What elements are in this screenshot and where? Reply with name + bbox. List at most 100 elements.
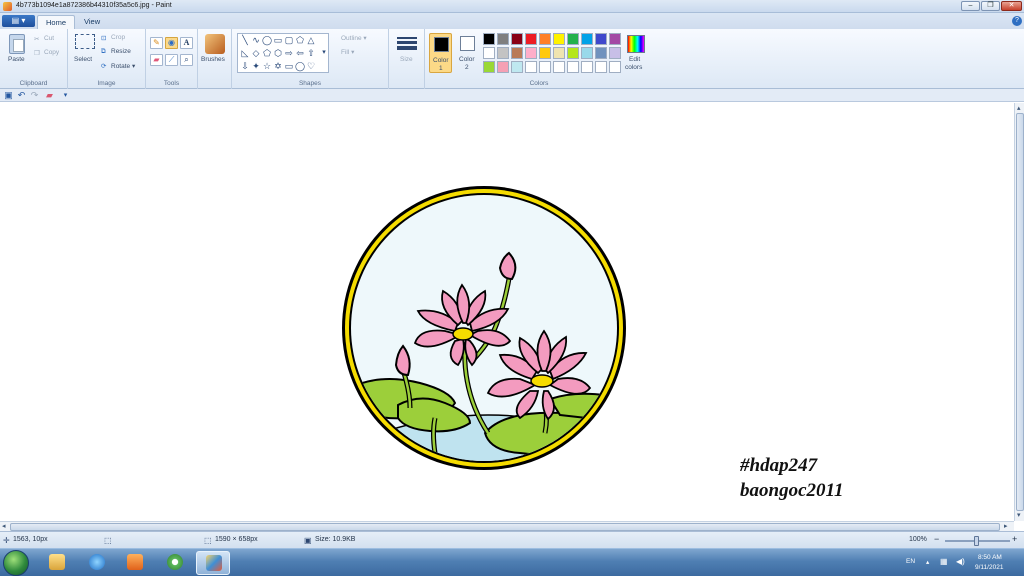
outline-button[interactable]: Outline ▾ bbox=[341, 34, 367, 42]
rounded-rect-shape-icon[interactable]: ▢ bbox=[284, 35, 294, 45]
select-button[interactable]: Select bbox=[74, 56, 92, 63]
four-point-star-shape-icon[interactable]: ✦ bbox=[251, 61, 261, 71]
triangle-shape-icon[interactable]: △ bbox=[306, 35, 316, 45]
palette-color-swatch[interactable] bbox=[609, 61, 621, 73]
polygon-shape-icon[interactable]: ⬠ bbox=[295, 35, 305, 45]
palette-color-swatch[interactable] bbox=[567, 47, 579, 59]
taskbar-coccoc[interactable] bbox=[158, 551, 192, 575]
palette-color-swatch[interactable] bbox=[497, 61, 509, 73]
start-button[interactable] bbox=[3, 550, 29, 576]
resize-button[interactable]: Resize bbox=[111, 48, 131, 55]
palette-color-swatch[interactable] bbox=[539, 47, 551, 59]
drawing-canvas[interactable]: #hdap247 baongoc2011 bbox=[0, 103, 1014, 521]
right-arrow-shape-icon[interactable]: ⇨ bbox=[284, 48, 294, 58]
palette-color-swatch[interactable] bbox=[581, 33, 593, 45]
six-point-star-shape-icon[interactable]: ✡ bbox=[273, 61, 283, 71]
palette-color-swatch[interactable] bbox=[525, 47, 537, 59]
redo-icon[interactable]: ↷ bbox=[30, 91, 39, 100]
edit-colors-label-2[interactable]: colors bbox=[625, 64, 642, 71]
diamond-shape-icon[interactable]: ◇ bbox=[251, 48, 261, 58]
save-icon[interactable]: ▣ bbox=[4, 91, 13, 100]
palette-color-swatch[interactable] bbox=[581, 61, 593, 73]
palette-color-swatch[interactable] bbox=[497, 33, 509, 45]
clock-time[interactable]: 8:50 AM bbox=[978, 554, 1002, 561]
palette-color-swatch[interactable] bbox=[595, 47, 607, 59]
down-arrow-shape-icon[interactable]: ⇩ bbox=[240, 61, 250, 71]
zoom-in-button[interactable]: + bbox=[1012, 534, 1017, 544]
vertical-scrollbar[interactable]: ▴ ▾ bbox=[1014, 103, 1024, 521]
palette-color-swatch[interactable] bbox=[553, 33, 565, 45]
copy-button[interactable]: Copy bbox=[44, 49, 59, 56]
paste-icon[interactable] bbox=[9, 34, 25, 54]
size-button[interactable]: Size bbox=[400, 56, 413, 63]
zoom-slider-thumb[interactable] bbox=[974, 536, 979, 546]
taskbar-explorer[interactable] bbox=[40, 551, 74, 575]
palette-color-swatch[interactable] bbox=[609, 33, 621, 45]
pentagon-shape-icon[interactable]: ⬠ bbox=[262, 48, 272, 58]
palette-color-swatch[interactable] bbox=[567, 33, 579, 45]
oval-shape-icon[interactable]: ◯ bbox=[262, 35, 272, 45]
cut-button[interactable]: Cut bbox=[44, 35, 54, 42]
taskbar-paint[interactable] bbox=[196, 551, 230, 575]
fill-button[interactable]: Fill ▾ bbox=[341, 48, 354, 56]
brush-icon[interactable] bbox=[205, 34, 225, 54]
maximize-button[interactable]: ❐ bbox=[981, 1, 1000, 11]
right-triangle-shape-icon[interactable]: ◺ bbox=[240, 48, 250, 58]
tab-view[interactable]: View bbox=[76, 15, 108, 29]
volume-icon[interactable]: ◀) bbox=[956, 557, 965, 566]
horizontal-scroll-thumb[interactable] bbox=[10, 523, 1000, 531]
paint-menu-button[interactable]: ▤ ▾ bbox=[2, 15, 35, 27]
palette-color-swatch[interactable] bbox=[595, 33, 607, 45]
vertical-scroll-thumb[interactable] bbox=[1016, 113, 1024, 511]
left-arrow-shape-icon[interactable]: ⇦ bbox=[295, 48, 305, 58]
zoom-out-button[interactable]: − bbox=[934, 534, 939, 544]
palette-color-swatch[interactable] bbox=[483, 47, 495, 59]
crop-button[interactable]: Crop bbox=[111, 34, 125, 41]
palette-color-swatch[interactable] bbox=[511, 33, 523, 45]
palette-color-swatch[interactable] bbox=[497, 47, 509, 59]
palette-color-swatch[interactable] bbox=[539, 61, 551, 73]
palette-color-swatch[interactable] bbox=[609, 47, 621, 59]
select-icon[interactable] bbox=[75, 34, 95, 49]
color-picker-icon[interactable]: ⟋ bbox=[165, 54, 178, 66]
palette-color-swatch[interactable] bbox=[595, 61, 607, 73]
palette-color-swatch[interactable] bbox=[553, 47, 565, 59]
magnifier-icon[interactable]: ⌕ bbox=[180, 54, 193, 66]
scroll-down-icon[interactable]: ▾ bbox=[1017, 511, 1021, 519]
pencil-icon[interactable]: ✎ bbox=[150, 37, 163, 49]
palette-color-swatch[interactable] bbox=[553, 61, 565, 73]
palette-color-swatch[interactable] bbox=[567, 61, 579, 73]
palette-color-swatch[interactable] bbox=[483, 61, 495, 73]
color1-button[interactable]: Color 1 bbox=[429, 33, 452, 73]
help-icon[interactable]: ? bbox=[1012, 16, 1022, 26]
callout-oval-shape-icon[interactable]: ◯ bbox=[295, 61, 305, 71]
edit-colors-label-1[interactable]: Edit bbox=[629, 56, 640, 63]
tab-home[interactable]: Home bbox=[37, 15, 76, 29]
palette-color-swatch[interactable] bbox=[525, 33, 537, 45]
palette-color-swatch[interactable] bbox=[539, 33, 551, 45]
rotate-button[interactable]: Rotate ▾ bbox=[111, 62, 135, 70]
heart-shape-icon[interactable]: ♡ bbox=[306, 61, 316, 71]
horizontal-scrollbar[interactable]: ◂ ▸ bbox=[0, 521, 1014, 531]
palette-color-swatch[interactable] bbox=[511, 61, 523, 73]
color2-button[interactable]: Color 2 bbox=[456, 33, 479, 73]
five-point-star-shape-icon[interactable]: ☆ bbox=[262, 61, 272, 71]
palette-color-swatch[interactable] bbox=[511, 47, 523, 59]
scroll-up-icon[interactable]: ▴ bbox=[1017, 104, 1021, 112]
shapes-scroll-icon[interactable]: ▾ bbox=[319, 48, 329, 58]
clock-date[interactable]: 9/11/2021 bbox=[975, 564, 1003, 571]
paste-button[interactable]: Paste bbox=[8, 56, 25, 63]
scroll-left-icon[interactable]: ◂ bbox=[2, 522, 6, 530]
brushes-button[interactable]: Brushes bbox=[201, 56, 225, 63]
size-icon[interactable] bbox=[397, 37, 417, 51]
hexagon-shape-icon[interactable]: ⬡ bbox=[273, 48, 283, 58]
callout-rect-shape-icon[interactable]: ▭ bbox=[284, 61, 294, 71]
up-arrow-shape-icon[interactable]: ⇧ bbox=[306, 48, 316, 58]
language-indicator[interactable]: EN bbox=[906, 558, 915, 565]
tray-expand-icon[interactable]: ▴ bbox=[926, 558, 929, 566]
palette-color-swatch[interactable] bbox=[581, 47, 593, 59]
rectangle-shape-icon[interactable]: ▭ bbox=[273, 35, 283, 45]
palette-color-swatch[interactable] bbox=[525, 61, 537, 73]
palette-color-swatch[interactable] bbox=[483, 33, 495, 45]
taskbar-ie[interactable] bbox=[80, 551, 114, 575]
